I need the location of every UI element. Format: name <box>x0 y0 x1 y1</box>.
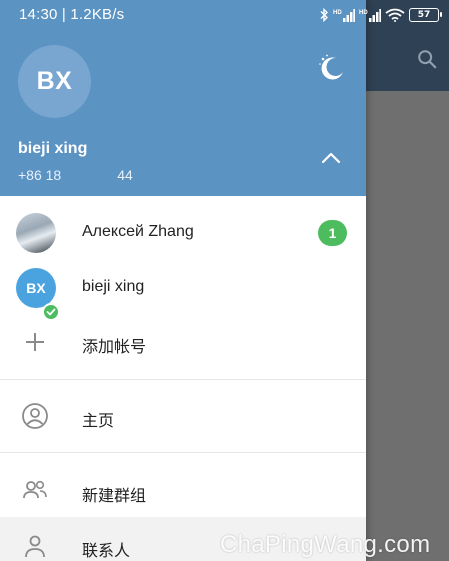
menu-item-home[interactable]: 主页 <box>0 388 366 444</box>
profile-icon <box>22 403 48 429</box>
divider <box>0 452 366 453</box>
menu-item-label: 联系人 <box>82 543 131 560</box>
profile-name: bieji xing <box>18 140 88 157</box>
profile-avatar[interactable]: BX <box>18 45 91 118</box>
search-icon[interactable] <box>416 48 438 70</box>
avatar-initials: BX <box>26 280 46 296</box>
chevron-up-icon[interactable] <box>320 151 342 165</box>
battery-icon: 57 <box>409 8 442 22</box>
status-time-speed: 14:30 | 1.2KB/s <box>19 6 125 23</box>
wifi-icon <box>385 8 405 22</box>
signal-icon: HD <box>359 9 381 22</box>
account-row[interactable]: Алексей Zhang <box>0 205 366 260</box>
menu-item-new-group[interactable]: 新建群组 <box>0 463 366 517</box>
profile-avatar-initials: BX <box>36 67 73 95</box>
divider <box>0 379 366 380</box>
signal-icon: HD <box>333 9 355 22</box>
svg-text:HD: HD <box>333 10 342 16</box>
bluetooth-icon <box>320 8 328 22</box>
account-name: bieji xing <box>82 278 145 295</box>
account-name: Алексей Zhang <box>82 223 194 240</box>
night-mode-icon[interactable] <box>316 52 346 82</box>
svg-text:HD: HD <box>359 10 368 16</box>
status-bar: 14:30 | 1.2KB/s HD HD 57 <box>0 0 449 30</box>
battery-level: 57 <box>417 10 431 20</box>
watermark: ChaPingWang.com <box>220 531 431 558</box>
add-account-button[interactable]: 添加帐号 <box>0 315 366 370</box>
status-icons: HD HD 57 <box>319 7 442 23</box>
add-account-label: 添加帐号 <box>82 339 147 356</box>
menu-item-label: 新建群组 <box>82 488 147 505</box>
unread-badge: 1 <box>318 220 347 246</box>
avatar <box>16 213 56 253</box>
navigation-drawer: BX bieji xing +86 18 44 Алексей Zhang 1 … <box>0 0 366 561</box>
unread-count: 1 <box>328 225 337 241</box>
profile-phone: +86 18 44 <box>18 167 133 183</box>
add-icon <box>26 333 44 351</box>
group-icon <box>23 480 47 499</box>
avatar: BX <box>16 268 56 308</box>
menu-item-label: 主页 <box>82 413 115 430</box>
contacts-icon <box>25 535 45 558</box>
